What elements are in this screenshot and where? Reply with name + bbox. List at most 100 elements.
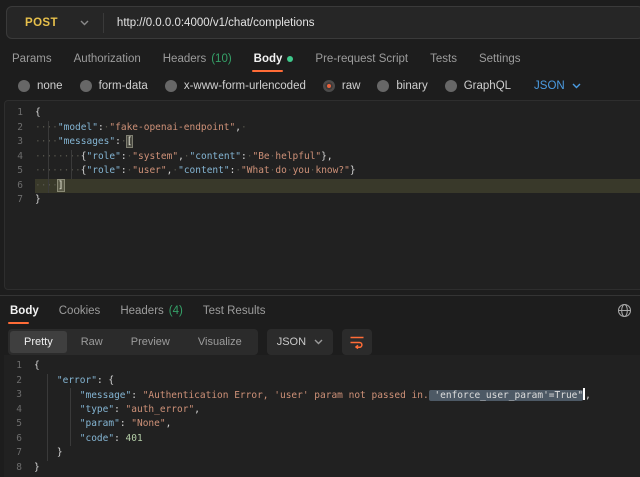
code-token — [34, 433, 80, 444]
code-token: } — [34, 462, 40, 473]
code-token: "role" — [87, 165, 121, 176]
code-token: know?" — [315, 165, 349, 176]
radio-none[interactable]: none — [18, 80, 63, 92]
active-tab-underline — [8, 322, 29, 324]
code-line: 4 "type": "auth_error", — [4, 403, 640, 418]
code-token: "content" — [178, 165, 229, 176]
view-pretty[interactable]: Pretty — [10, 331, 67, 353]
code-line: 4········{"role":·"system",·"content":·"… — [5, 150, 640, 165]
method-selector[interactable]: POST — [7, 17, 103, 29]
active-tab-underline — [252, 70, 284, 72]
line-number: 7 — [4, 446, 34, 461]
tab-settings[interactable]: Settings — [479, 53, 521, 65]
text-wrap-icon — [349, 335, 365, 349]
radio-selected-icon — [323, 80, 335, 92]
request-format-select[interactable]: JSON — [534, 80, 581, 92]
tab-authorization[interactable]: Authorization — [74, 53, 141, 65]
code-token: helpful" — [275, 151, 321, 162]
tab-test-results[interactable]: Test Results — [203, 305, 266, 317]
code-token: you — [293, 165, 310, 176]
code-line: 3 "message": "Authentication Error, 'use… — [4, 388, 640, 403]
code-token: : { — [97, 375, 114, 386]
line-number: 6 — [5, 179, 35, 194]
chevron-down-icon — [80, 20, 89, 26]
code-token: : — [131, 390, 142, 401]
code-token: } — [34, 447, 63, 458]
request-body-editor[interactable]: 1{2····"model":·"fake-openai-endpoint",·… — [4, 100, 640, 290]
code-token — [34, 390, 80, 401]
code-token: "param" — [80, 418, 120, 429]
tab-tests[interactable]: Tests — [430, 53, 457, 65]
code-token: ···· — [35, 136, 58, 147]
line-number: 2 — [4, 374, 34, 389]
radio-binary[interactable]: binary — [377, 80, 427, 92]
globe-icon[interactable] — [617, 303, 632, 318]
code-line: 5 "param": "None", — [4, 417, 640, 432]
code-token: ] — [58, 180, 64, 191]
radio-icon — [445, 80, 457, 92]
tab-pre-request-script[interactable]: Pre-request Script — [315, 53, 408, 65]
body-modified-dot — [287, 56, 293, 62]
view-visualize[interactable]: Visualize — [184, 331, 256, 353]
line-number: 6 — [4, 432, 34, 447]
line-number: 7 — [5, 193, 35, 208]
tab-response-body[interactable]: Body — [10, 305, 39, 317]
radio-icon — [377, 80, 389, 92]
code-token: 401 — [126, 433, 143, 444]
code-line: 6····] — [5, 179, 640, 194]
url-input[interactable]: http://0.0.0.0:4000/v1/chat/completions — [104, 17, 315, 29]
code-token: "What — [241, 165, 270, 176]
radio-raw[interactable]: raw — [323, 80, 361, 92]
line-number: 3 — [4, 388, 34, 403]
code-token: "error" — [57, 375, 97, 386]
line-number: 2 — [5, 121, 35, 136]
line-number: 8 — [4, 461, 34, 476]
line-number: 4 — [5, 150, 35, 165]
code-line: 2····"model":·"fake-openai-endpoint",· — [5, 121, 640, 136]
line-number: 1 — [5, 106, 35, 121]
response-tabs: Body Cookies Headers (4) Test Results — [10, 301, 265, 321]
code-token — [34, 375, 57, 386]
request-url-bar: POST http://0.0.0.0:4000/v1/chat/complet… — [6, 6, 640, 39]
line-number: 5 — [4, 417, 34, 432]
radio-form-data[interactable]: form-data — [80, 80, 148, 92]
radio-icon — [18, 80, 30, 92]
radio-graphql[interactable]: GraphQL — [445, 80, 511, 92]
view-raw[interactable]: Raw — [67, 331, 117, 353]
code-token: "Be — [252, 151, 269, 162]
response-header-actions — [617, 303, 632, 318]
wrap-text-button[interactable] — [342, 329, 372, 355]
code-token: "None" — [131, 418, 165, 429]
radio-x-www-form-urlencoded[interactable]: x-www-form-urlencoded — [165, 80, 306, 92]
tab-body[interactable]: Body — [254, 53, 294, 65]
tab-headers[interactable]: Headers (10) — [163, 53, 232, 65]
code-token: } — [350, 165, 356, 176]
response-format-select[interactable]: JSON — [267, 329, 333, 355]
code-token: , — [166, 418, 172, 429]
code-line: 5········{"role":·"user",·"content":·"Wh… — [5, 164, 640, 179]
code-line: 7 } — [4, 446, 640, 461]
line-number: 3 — [5, 135, 35, 150]
line-number: 5 — [5, 164, 35, 179]
code-token: "code" — [80, 433, 114, 444]
tab-params[interactable]: Params — [12, 53, 52, 65]
response-headers-count-badge: (4) — [169, 305, 183, 317]
response-panel-divider — [0, 295, 640, 296]
radio-icon — [165, 80, 177, 92]
indent-guide — [48, 121, 49, 193]
code-token: "auth_error" — [126, 404, 195, 415]
response-body-editor[interactable]: 1{2 "error": {3 "message": "Authenticati… — [4, 355, 640, 477]
code-token: "role" — [87, 151, 121, 162]
code-token: { — [35, 107, 41, 118]
indent-guide — [70, 388, 71, 446]
code-token: "user" — [132, 165, 166, 176]
view-preview[interactable]: Preview — [117, 331, 184, 353]
code-token: { — [34, 360, 40, 371]
radio-icon — [80, 80, 92, 92]
tab-response-headers[interactable]: Headers (4) — [120, 305, 183, 317]
tab-response-cookies[interactable]: Cookies — [59, 305, 101, 317]
code-token: : — [120, 418, 131, 429]
code-token: · — [241, 122, 247, 133]
chevron-down-icon — [572, 83, 581, 89]
code-token: ···· — [35, 180, 58, 191]
